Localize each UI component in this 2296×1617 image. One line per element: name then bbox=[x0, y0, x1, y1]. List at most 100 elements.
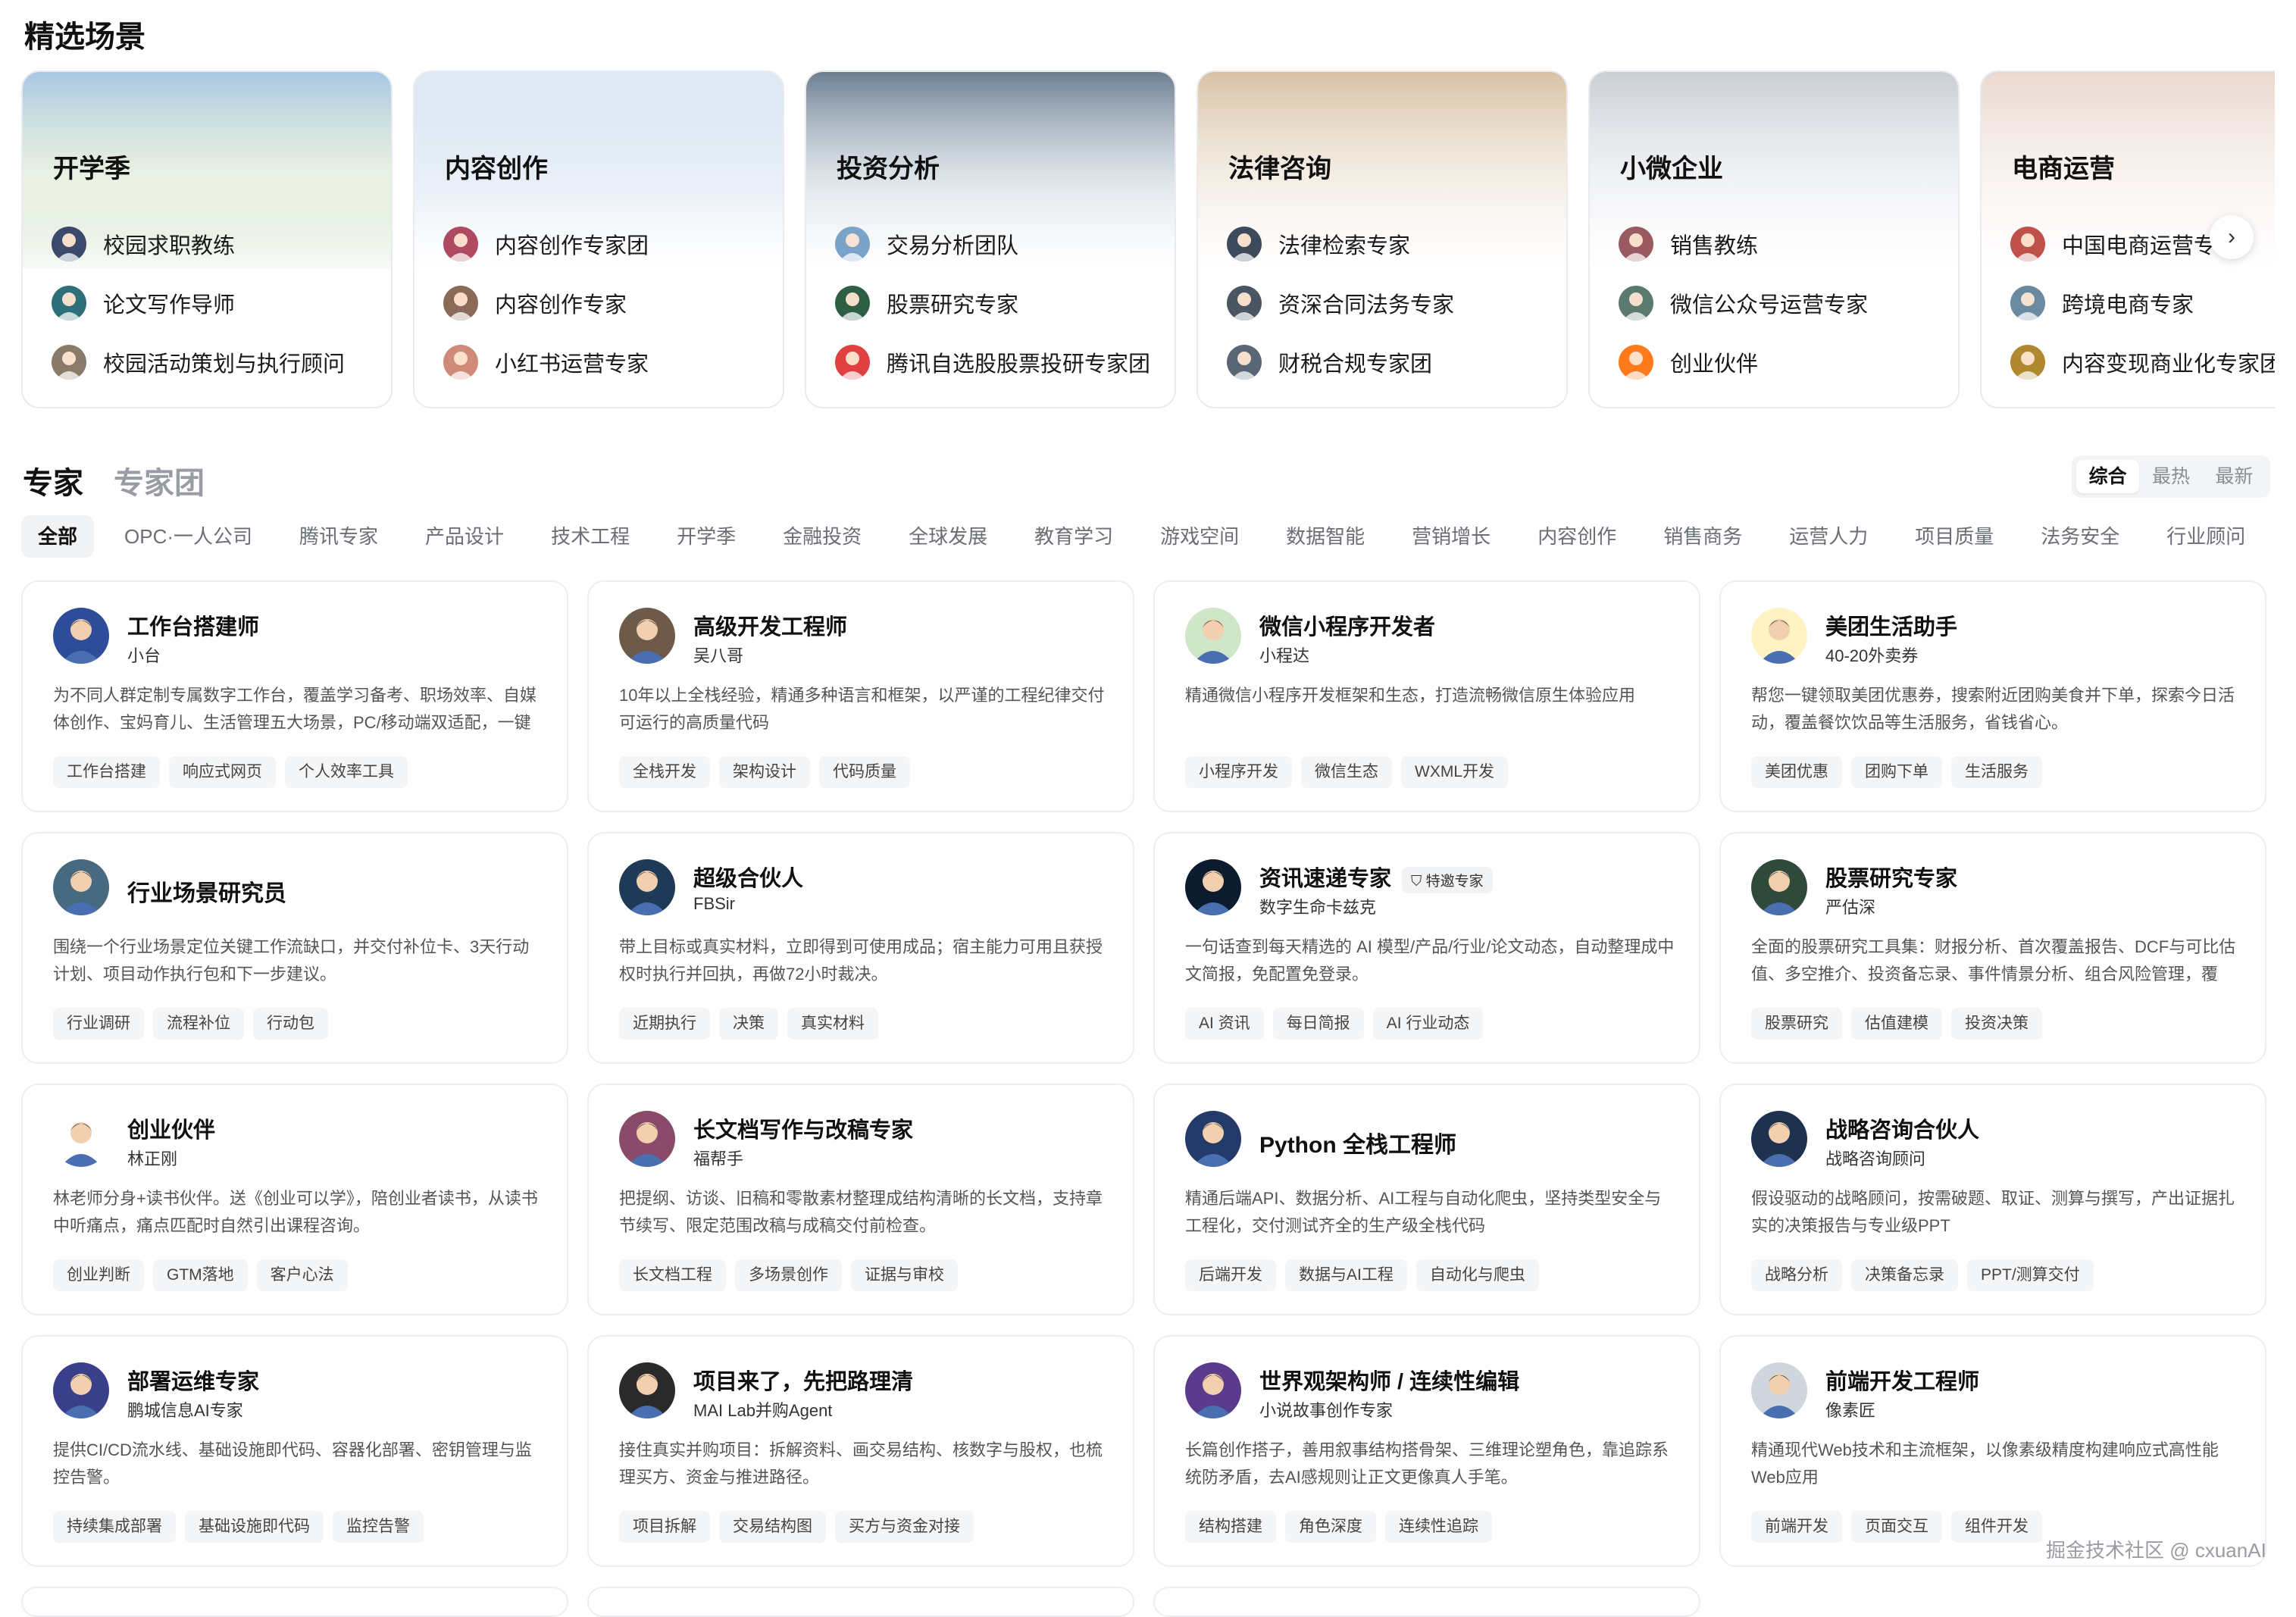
filter-chip[interactable]: 数据智能 bbox=[1286, 515, 1365, 558]
scene-card[interactable]: 投资分析 交易分析团队 股票研究专家 腾讯自选股股票投研专家团 bbox=[805, 70, 1176, 408]
expert-card[interactable]: 超级合伙人 FBSir 带上目标或真实材料，立即得到可使用成品；宿主能力可用且获授权… bbox=[587, 832, 1134, 1064]
scene-item[interactable]: 股票研究专家 bbox=[835, 274, 1159, 333]
avatar bbox=[835, 345, 870, 380]
filter-chip[interactable]: 腾讯专家 bbox=[299, 515, 378, 558]
scene-item[interactable]: 法律检索专家 bbox=[1227, 214, 1551, 274]
expert-description: 把提纲、访谈、旧稿和零散素材整理成结构清晰的长文档，支持章节续写、限定范围改稿与… bbox=[619, 1189, 1103, 1235]
tag: 页面交互 bbox=[1851, 1511, 1942, 1543]
expert-subtitle: 鹏城信息AI专家 bbox=[127, 1401, 243, 1420]
expert-description: 一句话查到每天精选的 AI 模型/产品/行业/论文动态，自动整理成中文简报，免配… bbox=[1185, 937, 1675, 984]
tag: 真实材料 bbox=[787, 1008, 878, 1040]
avatar bbox=[1227, 227, 1262, 261]
filter-chip[interactable]: 运营人力 bbox=[1789, 515, 1868, 558]
scene-item-label: 校园活动策划与执行顾问 bbox=[103, 352, 346, 377]
tag: 行动包 bbox=[253, 1008, 328, 1040]
avatar bbox=[1619, 286, 1653, 321]
expert-card-partial[interactable] bbox=[1153, 1587, 1700, 1617]
expert-card[interactable]: 战略咨询合伙人 战略咨询顾问 假设驱动的战略顾问，按需破题、取证、测算与撰写，产出证… bbox=[1719, 1084, 2266, 1315]
tag: 股票研究 bbox=[1751, 1008, 1842, 1040]
tag: GTM落地 bbox=[153, 1259, 248, 1291]
filter-chip[interactable]: 金融投资 bbox=[783, 515, 862, 558]
scene-item[interactable]: 内容变现商业化专家团 bbox=[2010, 333, 2275, 392]
expert-card[interactable]: 创业伙伴 林正刚 林老师分身+读书伙伴。送《创业可以学》，陪创业者读书，从读书中听痛… bbox=[21, 1084, 568, 1315]
scene-item[interactable]: 财税合规专家团 bbox=[1227, 333, 1551, 392]
scene-item[interactable]: 销售教练 bbox=[1619, 214, 1943, 274]
expert-description: 带上目标或真实材料，立即得到可使用成品；宿主能力可用且获授权时执行并回执，再做7… bbox=[619, 937, 1103, 984]
filter-chip[interactable]: 产品设计 bbox=[425, 515, 504, 558]
scene-item[interactable]: 校园求职教练 bbox=[52, 214, 376, 274]
expert-card[interactable]: 部署运维专家 鹏城信息AI专家 提供CI/CD流水线、基础设施即代码、容器化部署、密… bbox=[21, 1335, 568, 1567]
expert-avatar bbox=[53, 859, 109, 915]
expert-card[interactable]: 长文档写作与改稿专家 福帮手 把提纲、访谈、旧稿和零散素材整理成结构清晰的长文档，支… bbox=[587, 1084, 1134, 1315]
expert-card-partial[interactable] bbox=[587, 1587, 1134, 1617]
expert-name: 超级合伙人 bbox=[693, 861, 803, 893]
expert-card[interactable]: 资讯速递专家 ⛉ 特邀专家 数字生命卡兹克 一句话查到每天精选的 AI 模型/产品/行… bbox=[1153, 832, 1700, 1064]
sort-hottest[interactable]: 最热 bbox=[2139, 460, 2202, 493]
expert-name: 世界观架构师 / 连续性编辑 bbox=[1259, 1364, 1519, 1396]
scene-card[interactable]: 法律咨询 法律检索专家 资深合同法务专家 财税合规专家团 bbox=[1196, 70, 1568, 408]
scene-item[interactable]: 腾讯自选股股票投研专家团 bbox=[835, 333, 1159, 392]
scene-item-label: 内容变现商业化专家团 bbox=[2062, 352, 2275, 377]
sort-comprehensive[interactable]: 综合 bbox=[2076, 460, 2140, 493]
scene-item[interactable]: 校园活动策划与执行顾问 bbox=[52, 333, 376, 392]
filter-chip[interactable]: 开学季 bbox=[677, 515, 736, 558]
tag: 监控告警 bbox=[333, 1511, 424, 1543]
filter-chip[interactable]: 技术工程 bbox=[551, 515, 630, 558]
filter-chip[interactable]: 法务安全 bbox=[2041, 515, 2119, 558]
scene-item[interactable]: 创业伙伴 bbox=[1619, 333, 1943, 392]
expert-card[interactable]: 前端开发工程师 像素匠 精通现代Web技术和主流框架，以像素级精度构建响应式高性能W… bbox=[1719, 1335, 2266, 1567]
tag: 决策 bbox=[719, 1008, 778, 1040]
filter-chip[interactable]: 游戏空间 bbox=[1160, 515, 1239, 558]
expert-avatar bbox=[1751, 1111, 1807, 1167]
scene-item[interactable]: 内容创作专家 bbox=[443, 274, 768, 333]
filter-chip[interactable]: 全球发展 bbox=[909, 515, 987, 558]
tag: 投资决策 bbox=[1951, 1008, 2042, 1040]
scene-item[interactable]: 跨境电商专家 bbox=[2010, 274, 2275, 333]
expert-avatar bbox=[619, 1362, 675, 1418]
expert-card[interactable]: 工作台搭建师 小台 为不同人群定制专属数字工作台，覆盖学习备考、职场效率、自媒体创作… bbox=[21, 580, 568, 812]
expert-card[interactable]: 股票研究专家 严估深 全面的股票研究工具集：财报分析、首次覆盖报告、DCF与可比估值… bbox=[1719, 832, 2266, 1064]
expert-name-text: 股票研究专家 bbox=[1825, 867, 1958, 891]
scene-card[interactable]: 小微企业 销售教练 微信公众号运营专家 创业伙伴 bbox=[1588, 70, 1960, 408]
filter-chip[interactable]: OPC·一人公司 bbox=[124, 515, 252, 558]
tag: 买方与资金对接 bbox=[835, 1511, 974, 1543]
expert-description: 接住真实并购项目：拆解资料、画交易结构、核数字与股权，也梳理买方、资金与推进路径… bbox=[619, 1440, 1103, 1487]
filter-chip[interactable]: 营销增长 bbox=[1412, 515, 1491, 558]
expert-subtitle: 战略咨询顾问 bbox=[1825, 1149, 1926, 1168]
expert-card[interactable]: Python 全栈工程师 精通后端API、数据分析、AI工程与自动化爬虫，坚持类型… bbox=[1153, 1084, 1700, 1315]
filter-chip[interactable]: 销售商务 bbox=[1663, 515, 1742, 558]
tab-expert-teams[interactable]: 专家团 bbox=[114, 458, 205, 502]
scene-item[interactable]: 交易分析团队 bbox=[835, 214, 1159, 274]
expert-subtitle: 林正刚 bbox=[127, 1149, 178, 1168]
expert-card-partial[interactable] bbox=[21, 1587, 568, 1617]
scene-item[interactable]: 资深合同法务专家 bbox=[1227, 274, 1551, 333]
expert-card[interactable]: 微信小程序开发者 小程达 精通微信小程序开发框架和生态，打造流畅微信原生体验应用 小程… bbox=[1153, 580, 1700, 812]
expert-card[interactable]: 行业场景研究员 围绕一个行业场景定位关键工作流缺口，并交付补位卡、3天行动计划、项… bbox=[21, 832, 568, 1064]
scene-card[interactable]: 内容创作 内容创作专家团 内容创作专家 小红书运营专家 bbox=[413, 70, 784, 408]
scene-item[interactable]: 内容创作专家团 bbox=[443, 214, 768, 274]
scene-item[interactable]: 论文写作导师 bbox=[52, 274, 376, 333]
expert-card[interactable]: 项目来了，先把路理清 MAI Lab并购Agent 接住真实并购项目：拆解资料、画交… bbox=[587, 1335, 1134, 1567]
tag: 数据与AI工程 bbox=[1285, 1259, 1407, 1291]
expert-tags: 股票研究 估值建模 投资决策 bbox=[1751, 1008, 2051, 1040]
scene-item-label: 微信公众号运营专家 bbox=[1670, 293, 1869, 317]
expert-name: 创业伙伴 bbox=[127, 1112, 215, 1144]
expert-tags: 长文档工程 多场景创作 证据与审校 bbox=[619, 1259, 967, 1291]
filter-chip[interactable]: 行业顾问 bbox=[2166, 515, 2245, 558]
scene-item[interactable]: 小红书运营专家 bbox=[443, 333, 768, 392]
carousel-next-button[interactable]: › bbox=[2210, 215, 2254, 259]
expert-description: 假设驱动的战略顾问，按需破题、取证、测算与撰写，产出证据扎实的决策报告与专业级P… bbox=[1751, 1189, 2235, 1235]
filter-chip[interactable]: 内容创作 bbox=[1537, 515, 1616, 558]
expert-card[interactable]: 美团生活助手 40-20外卖券 帮您一键领取美团优惠券，搜索附近团购美食并下单，探索… bbox=[1719, 580, 2266, 812]
filter-chip[interactable]: 项目质量 bbox=[1915, 515, 1994, 558]
filter-chip[interactable]: 教育学习 bbox=[1034, 515, 1113, 558]
scene-item[interactable]: 微信公众号运营专家 bbox=[1619, 274, 1943, 333]
avatar bbox=[1227, 345, 1262, 380]
sort-newest[interactable]: 最新 bbox=[2203, 460, 2266, 493]
scene-card[interactable]: 开学季 校园求职教练 论文写作导师 校园活动策划与执行顾问 bbox=[21, 70, 393, 408]
expert-card[interactable]: 高级开发工程师 吴八哥 10年以上全栈经验，精通多种语言和框架，以严谨的工程纪律交付… bbox=[587, 580, 1134, 812]
tab-experts[interactable]: 专家 bbox=[23, 458, 83, 502]
filter-chip[interactable]: 全部 bbox=[21, 515, 95, 558]
tag: 团购下单 bbox=[1851, 756, 1942, 788]
expert-card[interactable]: 世界观架构师 / 连续性编辑 小说故事创作专家 长篇创作搭子，善用叙事结构搭骨架、三… bbox=[1153, 1335, 1700, 1567]
